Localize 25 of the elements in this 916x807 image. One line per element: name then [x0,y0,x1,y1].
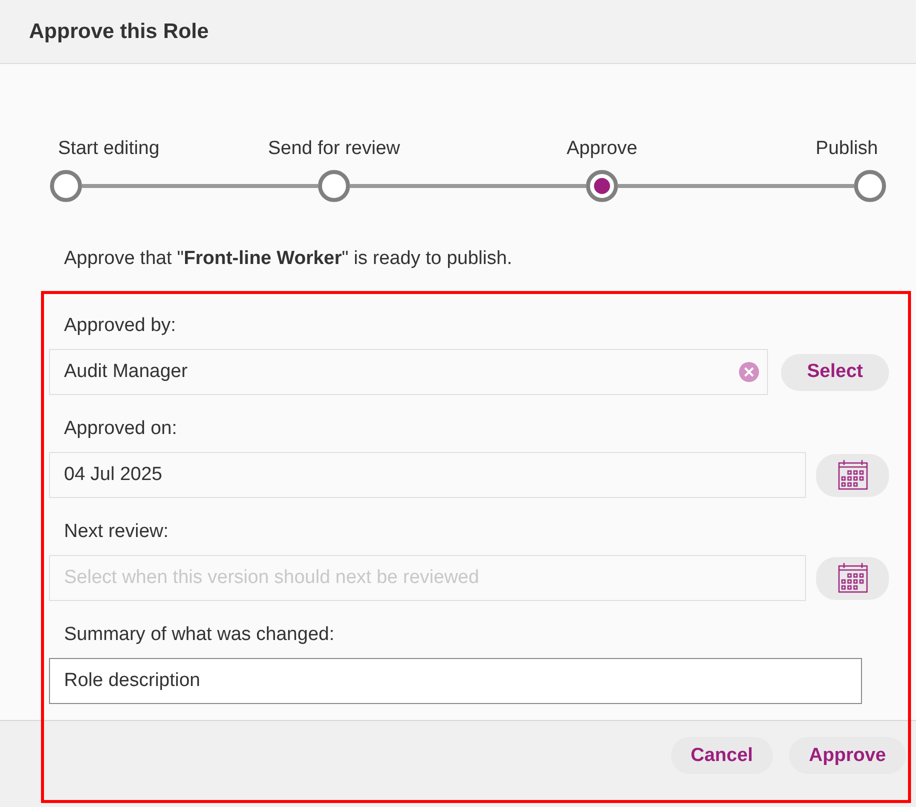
field-label: Next review: [64,521,170,543]
step-circle[interactable] [854,170,886,202]
calendar-button[interactable] [816,454,889,496]
select-button[interactable]: Select [781,354,889,390]
field-label: Approved by: [64,315,177,337]
step-circle[interactable] [586,170,618,202]
input-field[interactable]: Audit Manager [49,349,768,395]
window-title: Approve this Role [29,20,209,44]
step-circle[interactable] [50,170,82,202]
cancel-button[interactable]: Cancel [670,737,773,774]
step-circle[interactable] [318,170,350,202]
description: Approve that "Front-line Worker" is ready to publish. [64,248,514,270]
clear-icon[interactable] [739,362,759,382]
step-label: Approve [566,138,638,160]
input-field[interactable]: 04 Jul 2025 [49,452,806,498]
input-field[interactable]: Role description [49,658,862,704]
step-label: Start editing [58,138,160,160]
field-label: Summary of what was changed: [64,624,336,646]
calendar-icon [838,563,868,593]
field-label: Approved on: [64,418,178,440]
step-label: Publish [816,138,878,160]
step-label: Send for review [268,138,400,160]
calendar-icon [838,460,868,490]
approve-button[interactable]: Approve [788,737,906,774]
calendar-button[interactable] [816,556,889,600]
